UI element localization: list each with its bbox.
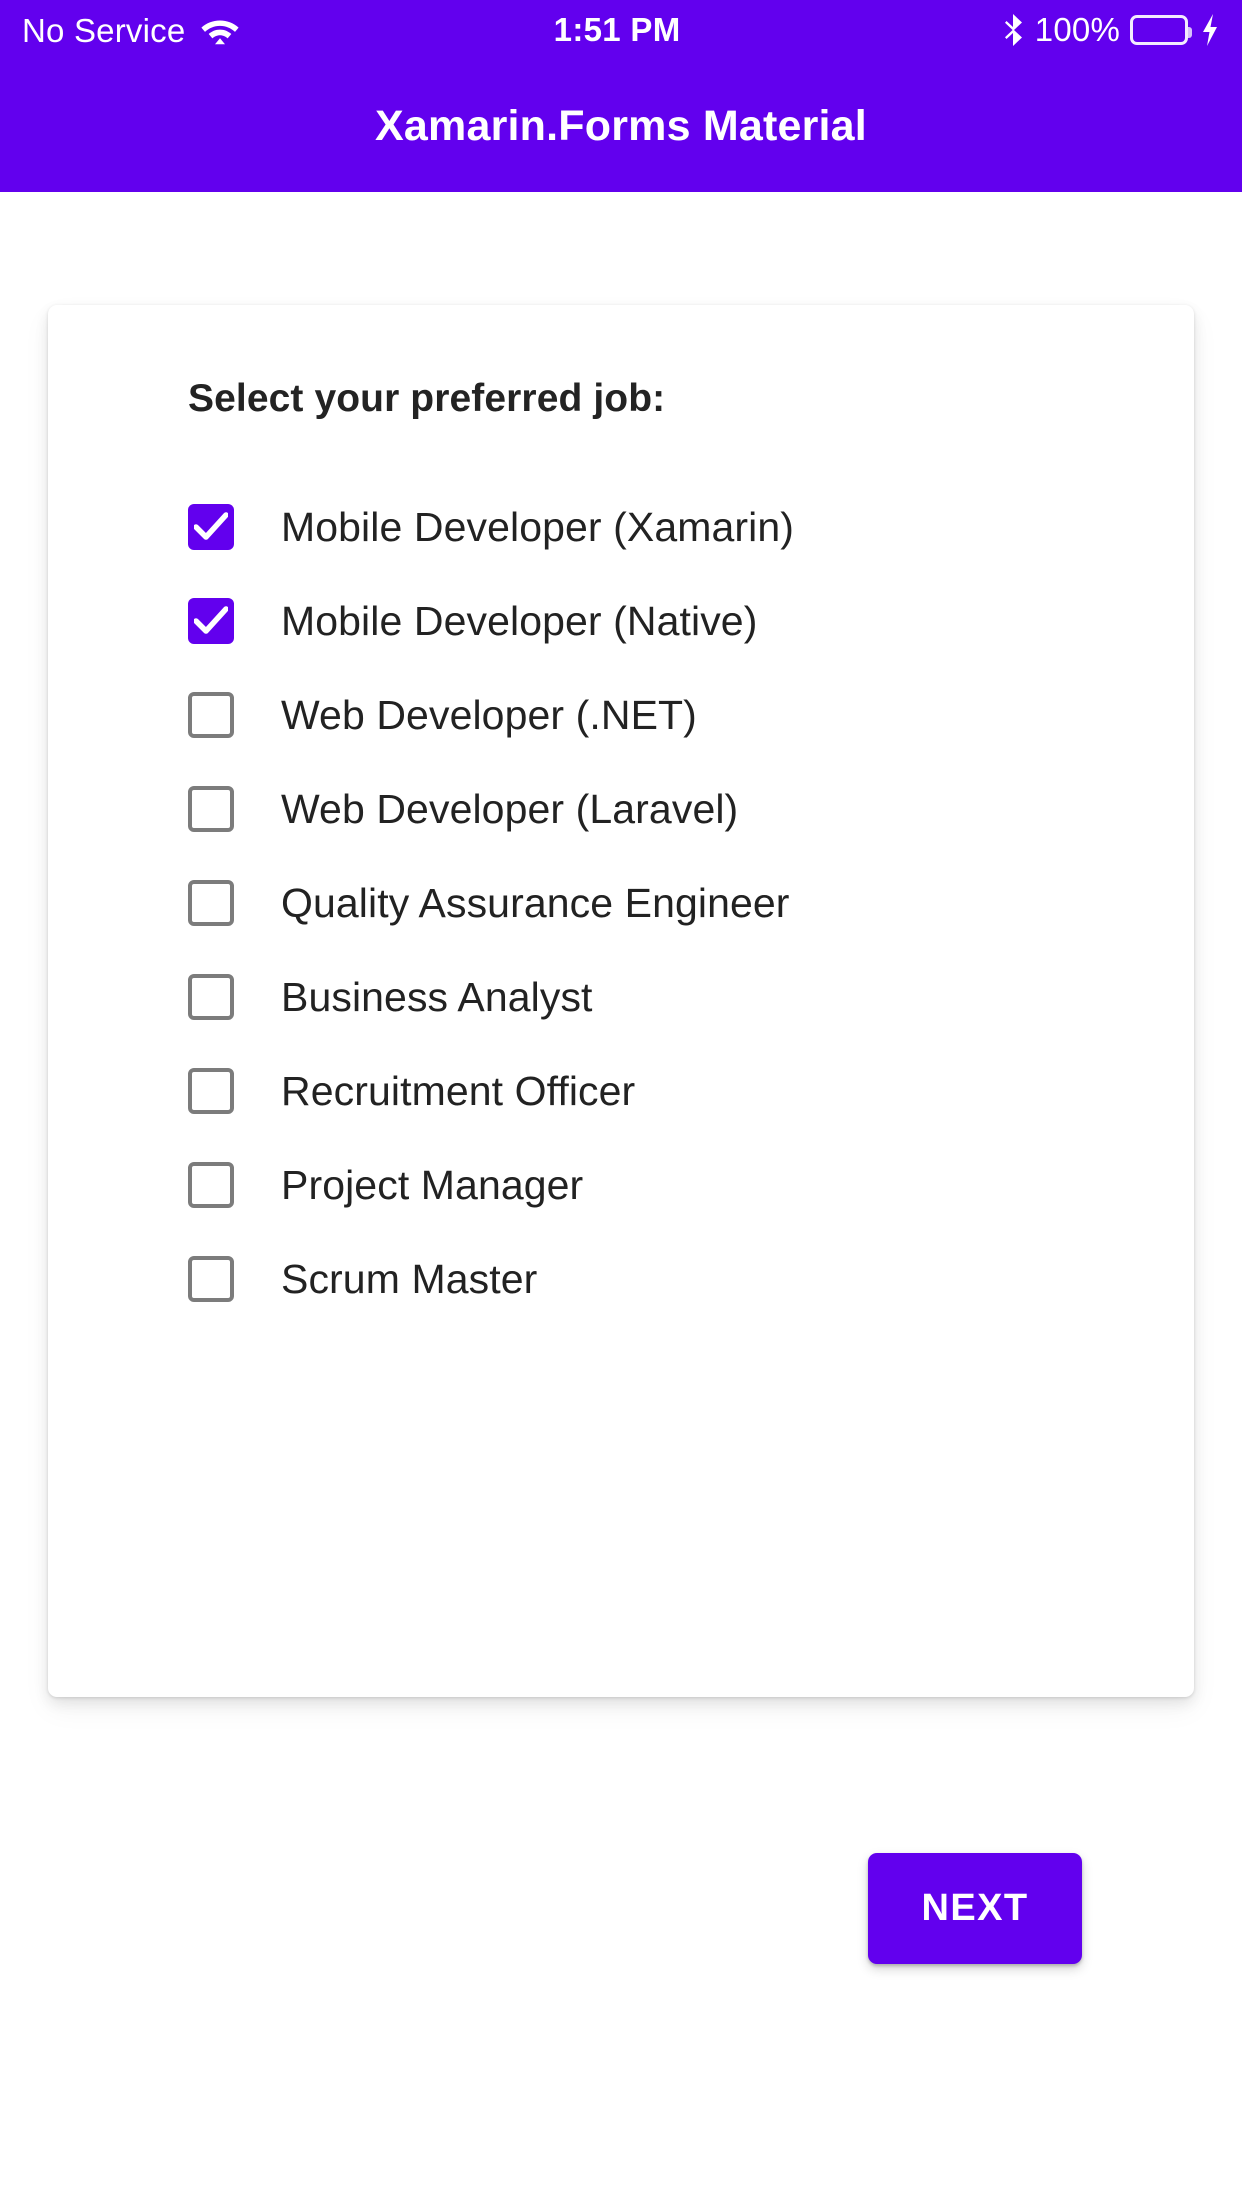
checkbox-unchecked-icon[interactable] [188,1256,234,1302]
list-item[interactable]: Quality Assurance Engineer [188,856,1148,950]
next-button[interactable]: NEXT [868,1853,1082,1964]
checkbox-unchecked-icon[interactable] [188,880,234,926]
checkbox-unchecked-icon[interactable] [188,1068,234,1114]
status-bar-right: 100% [1003,11,1220,49]
job-options-list: Mobile Developer (Xamarin) Mobile Develo… [188,480,1148,1326]
battery-percent-label: 100% [1034,11,1120,48]
list-item-label: Scrum Master [281,1255,538,1302]
battery-full-icon [1130,15,1192,45]
bluetooth-icon [1003,13,1025,47]
list-item-label: Web Developer (.NET) [281,691,697,738]
list-item[interactable]: Recruitment Officer [188,1044,1148,1138]
list-item-label: Web Developer (Laravel) [281,785,739,832]
list-item-label: Mobile Developer (Native) [281,597,758,644]
list-item[interactable]: Web Developer (.NET) [188,668,1148,762]
checkbox-unchecked-icon[interactable] [188,786,234,832]
checkbox-unchecked-icon[interactable] [188,692,234,738]
app-navbar: Xamarin.Forms Material [0,60,1242,192]
list-item[interactable]: Web Developer (Laravel) [188,762,1148,856]
list-item[interactable]: Project Manager [188,1138,1148,1232]
checkbox-checked-icon[interactable] [188,504,234,550]
list-item-label: Recruitment Officer [281,1067,636,1114]
card-heading: Select your preferred job: [188,377,666,420]
wifi-icon [199,14,241,46]
checkbox-unchecked-icon[interactable] [188,1162,234,1208]
job-selection-card: Select your preferred job: Mobile Develo… [48,305,1194,1964]
lightning-bolt-icon [1200,13,1220,47]
checkbox-checked-icon[interactable] [188,598,234,644]
list-item-label: Business Analyst [281,973,593,1020]
list-item-label: Mobile Developer (Xamarin) [281,503,795,550]
status-bar: No Service 1:51 PM 100% [0,0,1242,60]
carrier-label: No Service [22,11,186,49]
page-content: Select your preferred job: Mobile Develo… [0,192,1242,2208]
list-item[interactable]: Mobile Developer (Native) [188,574,1148,668]
list-item-label: Quality Assurance Engineer [281,879,790,926]
page-title: Xamarin.Forms Material [375,101,867,150]
checkbox-unchecked-icon[interactable] [188,974,234,1020]
list-item-label: Project Manager [281,1161,584,1208]
list-item[interactable]: Business Analyst [188,950,1148,1044]
list-item[interactable]: Mobile Developer (Xamarin) [188,480,1148,574]
status-bar-left: No Service [22,14,241,47]
status-bar-time: 1:51 PM [553,11,681,48]
list-item[interactable]: Scrum Master [188,1232,1148,1326]
